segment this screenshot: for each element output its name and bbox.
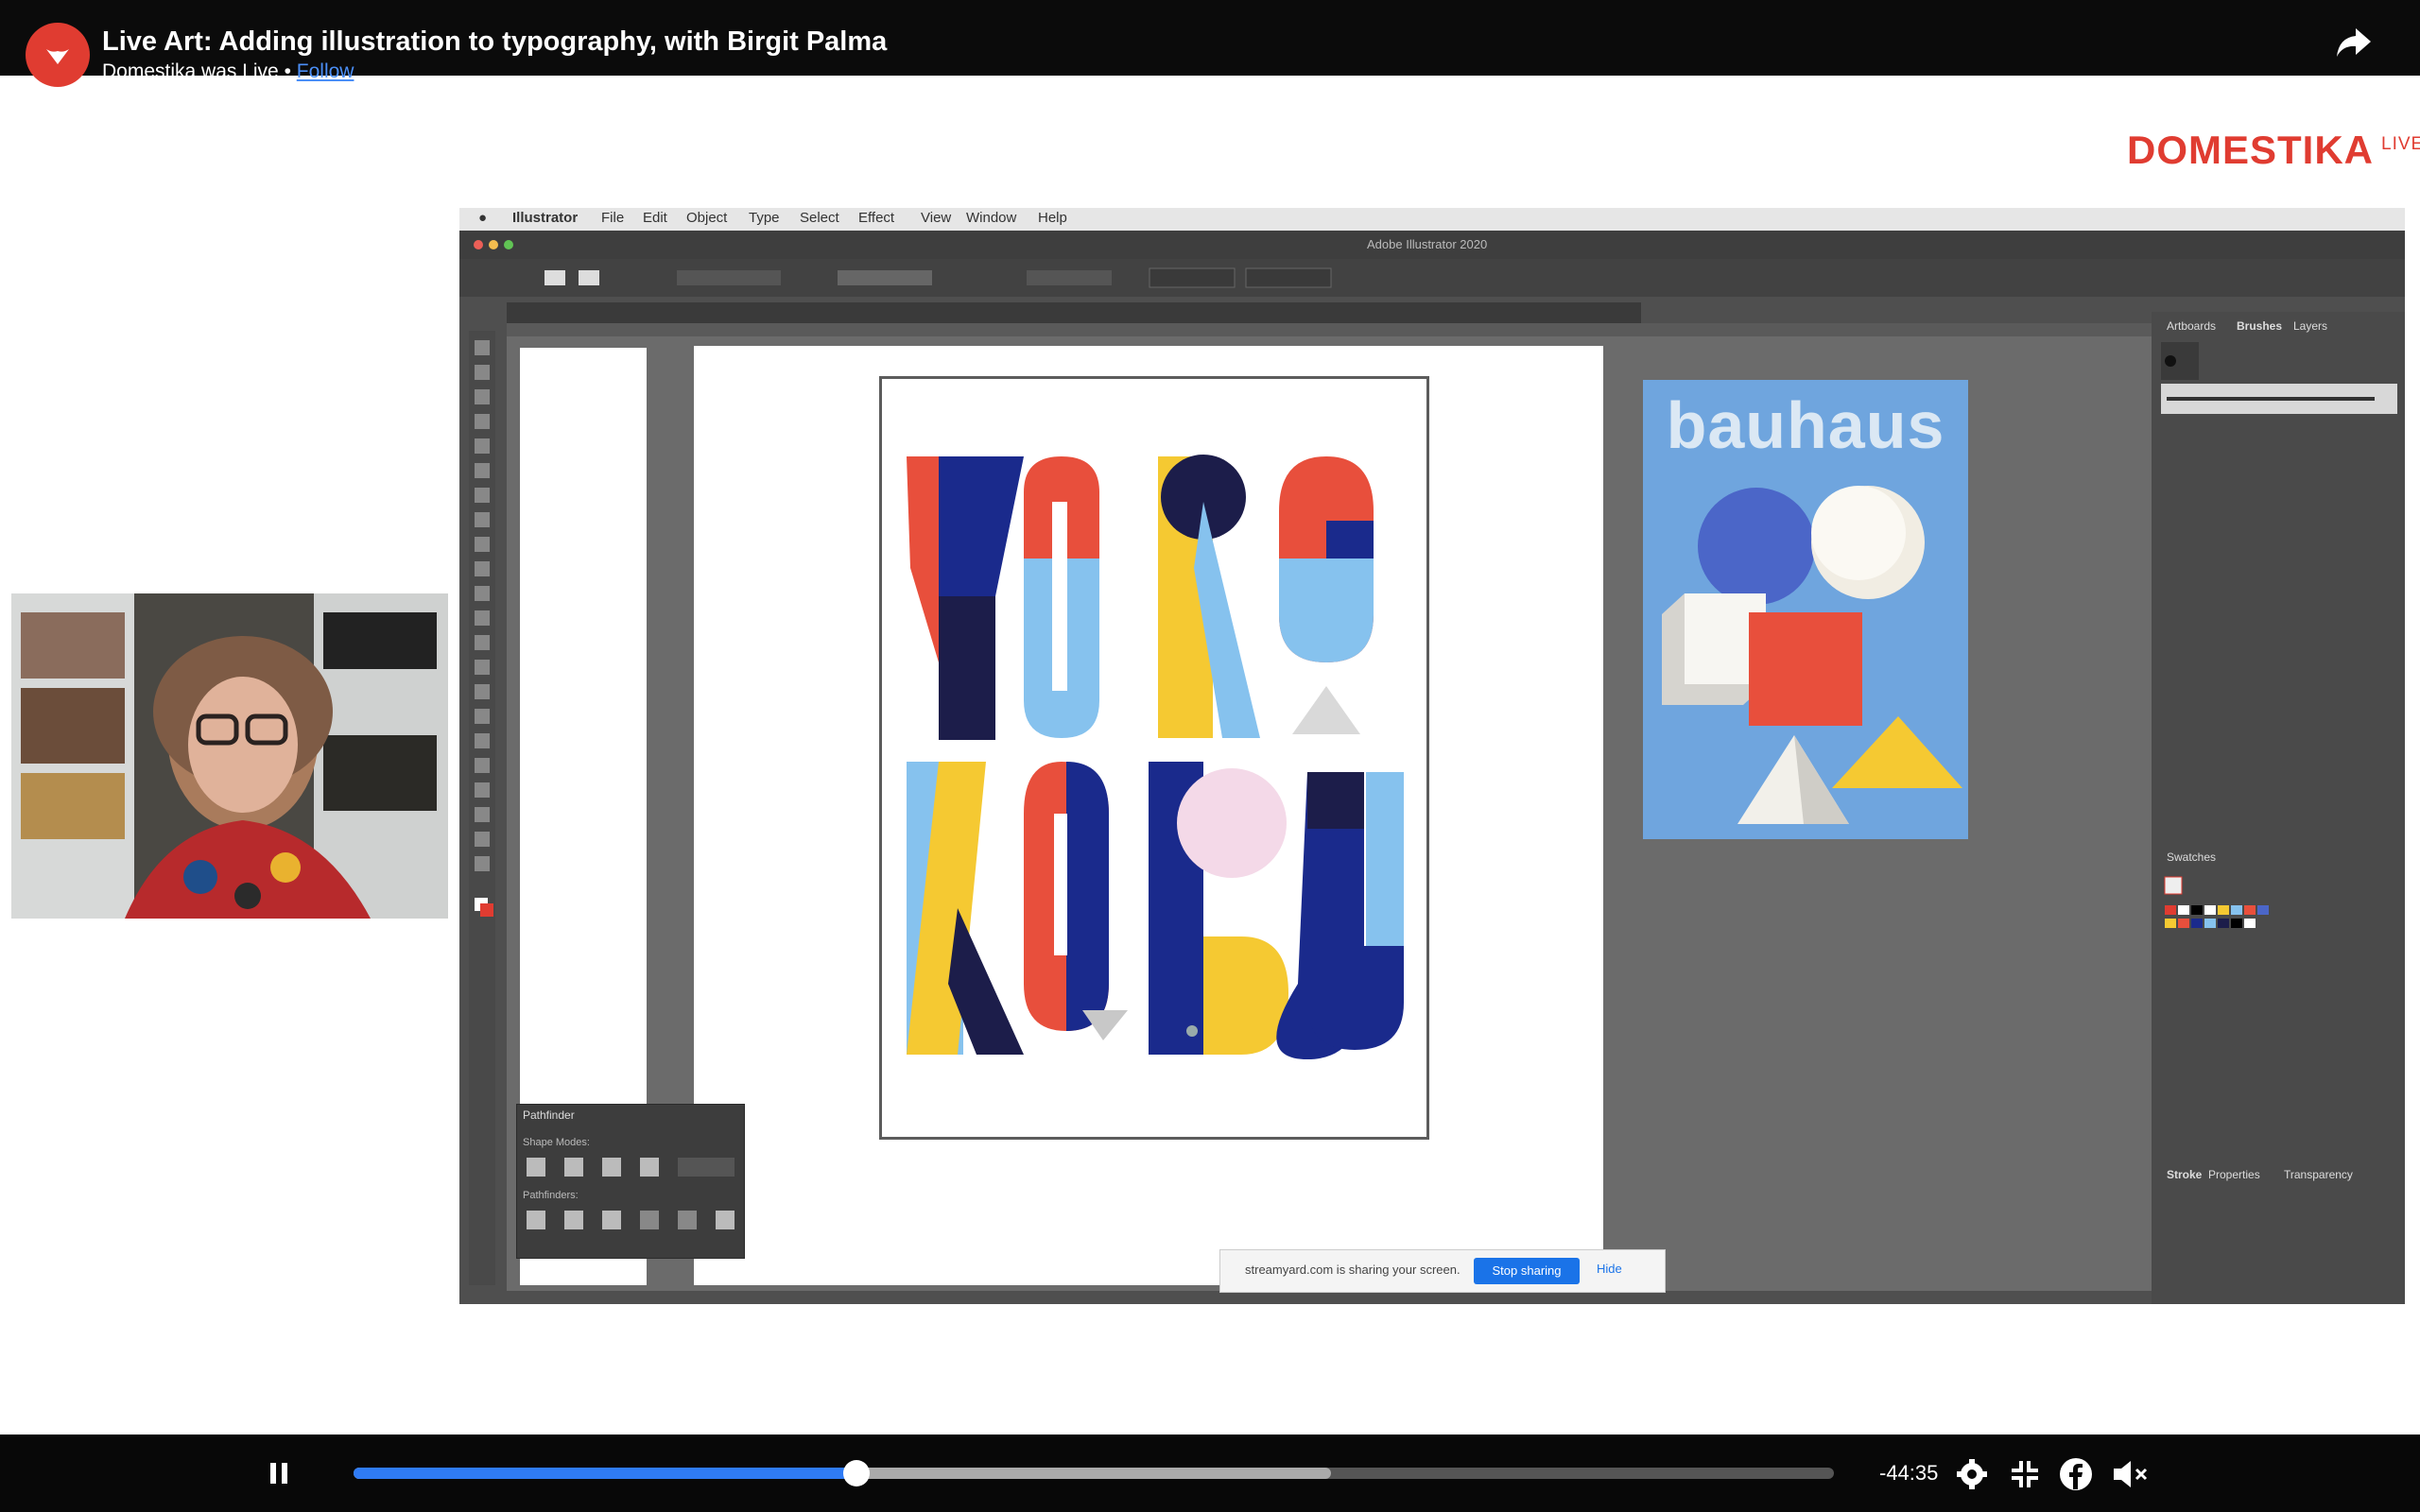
right-panels[interactable]: Artboards Brushes Layers Swatches Stroke… bbox=[2152, 312, 2405, 1304]
horizontal-ruler bbox=[507, 323, 2214, 336]
bauhaus-reference-image: bauhaus bbox=[1643, 380, 1968, 839]
follow-link[interactable]: Follow bbox=[297, 60, 354, 82]
shared-screen: ● Illustrator File Edit Object Type Sele… bbox=[459, 208, 2405, 1304]
workspace-title: Adobe Illustrator 2020 bbox=[1367, 237, 1488, 251]
menu-item[interactable]: Edit bbox=[643, 210, 667, 226]
tools-panel[interactable] bbox=[469, 331, 495, 1285]
scrubber-handle[interactable] bbox=[843, 1460, 870, 1486]
share-arrow-icon bbox=[2337, 28, 2371, 57]
menu-item[interactable]: Help bbox=[1038, 210, 1067, 226]
exit-fullscreen-icon bbox=[2012, 1461, 2038, 1487]
video-controls: -44:35 bbox=[0, 1435, 2420, 1512]
brand-live: LIVE bbox=[2381, 134, 2420, 154]
tab-transparency[interactable]: Transparency bbox=[2284, 1168, 2353, 1181]
apple-icon: ● bbox=[478, 210, 488, 226]
tool-icons[interactable] bbox=[469, 331, 495, 1285]
tab-stroke[interactable]: Stroke bbox=[2167, 1168, 2202, 1181]
tab-properties[interactable]: Properties bbox=[2208, 1168, 2260, 1181]
menu-item[interactable]: View bbox=[921, 210, 951, 226]
swatch-grid[interactable] bbox=[2152, 869, 2405, 954]
exit-fullscreen-button[interactable] bbox=[2008, 1457, 2042, 1491]
control-panel-widgets[interactable] bbox=[544, 259, 1490, 297]
menu-item[interactable]: Illustrator bbox=[512, 210, 578, 226]
pause-button[interactable] bbox=[268, 1461, 289, 1486]
facebook-button[interactable] bbox=[2059, 1457, 2093, 1491]
settings-icon bbox=[1957, 1459, 1987, 1489]
channel-subtitle: Domestika was Live • Follow bbox=[102, 60, 354, 83]
pathfinder-panel[interactable]: Pathfinder Shape Modes: Pathfinders: bbox=[516, 1104, 745, 1259]
domestika-live-logo: DOMESTIKALIVE● bbox=[2127, 128, 2420, 173]
sharing-message: streamyard.com is sharing your screen. bbox=[1245, 1263, 1461, 1277]
macos-menubar: ● Illustrator File Edit Object Type Sele… bbox=[459, 208, 2405, 231]
channel-avatar[interactable] bbox=[26, 23, 90, 87]
live-status: Domestika was Live • bbox=[102, 60, 291, 82]
menu-item[interactable]: Effect bbox=[858, 210, 894, 226]
time-remaining: -44:35 bbox=[1879, 1461, 1939, 1485]
webcam-feed bbox=[11, 593, 448, 919]
bauhaus-shapes bbox=[1662, 486, 1962, 824]
menu-item[interactable]: Object bbox=[686, 210, 727, 226]
tab-brushes[interactable]: Brushes bbox=[2237, 319, 2282, 333]
tab-artboards[interactable]: Artboards bbox=[2167, 319, 2216, 333]
video-title: Live Art: Adding illustration to typogra… bbox=[102, 26, 888, 57]
document-tabs[interactable] bbox=[507, 302, 1641, 323]
brush-preview[interactable] bbox=[2152, 335, 2405, 580]
screen-share-notification: streamyard.com is sharing your screen. S… bbox=[1219, 1249, 1666, 1293]
stop-sharing-button[interactable]: Stop sharing bbox=[1474, 1258, 1580, 1284]
control-panel bbox=[459, 259, 2405, 297]
tab-layers[interactable]: Layers bbox=[2293, 319, 2327, 333]
illustrator-titlebar: Adobe Illustrator 2020 bbox=[459, 231, 2405, 259]
menu-item[interactable]: File bbox=[601, 210, 624, 226]
typography-illustration bbox=[907, 455, 1404, 1059]
brand-name: DOMESTIKA bbox=[2127, 128, 2374, 172]
pathfinder-buttons[interactable] bbox=[517, 1105, 744, 1258]
pause-icon bbox=[270, 1463, 287, 1484]
share-button[interactable] bbox=[2335, 25, 2373, 59]
menu-item[interactable]: Select bbox=[800, 210, 839, 226]
hide-button[interactable]: Hide bbox=[1597, 1262, 1622, 1276]
menu-item[interactable]: Type bbox=[749, 210, 780, 226]
domestika-logo-icon bbox=[46, 49, 69, 64]
volume-button[interactable] bbox=[2110, 1457, 2152, 1491]
settings-button[interactable] bbox=[1955, 1457, 1989, 1491]
played-bar bbox=[354, 1468, 856, 1479]
yokobu-artwork[interactable] bbox=[879, 376, 1429, 1140]
window-controls-icon[interactable] bbox=[469, 231, 544, 259]
presenter-video bbox=[11, 593, 448, 919]
menu-item[interactable]: Window bbox=[966, 210, 1016, 226]
facebook-icon bbox=[2060, 1458, 2092, 1490]
volume-muted-icon bbox=[2114, 1461, 2148, 1487]
tab-swatches[interactable]: Swatches bbox=[2167, 850, 2216, 864]
